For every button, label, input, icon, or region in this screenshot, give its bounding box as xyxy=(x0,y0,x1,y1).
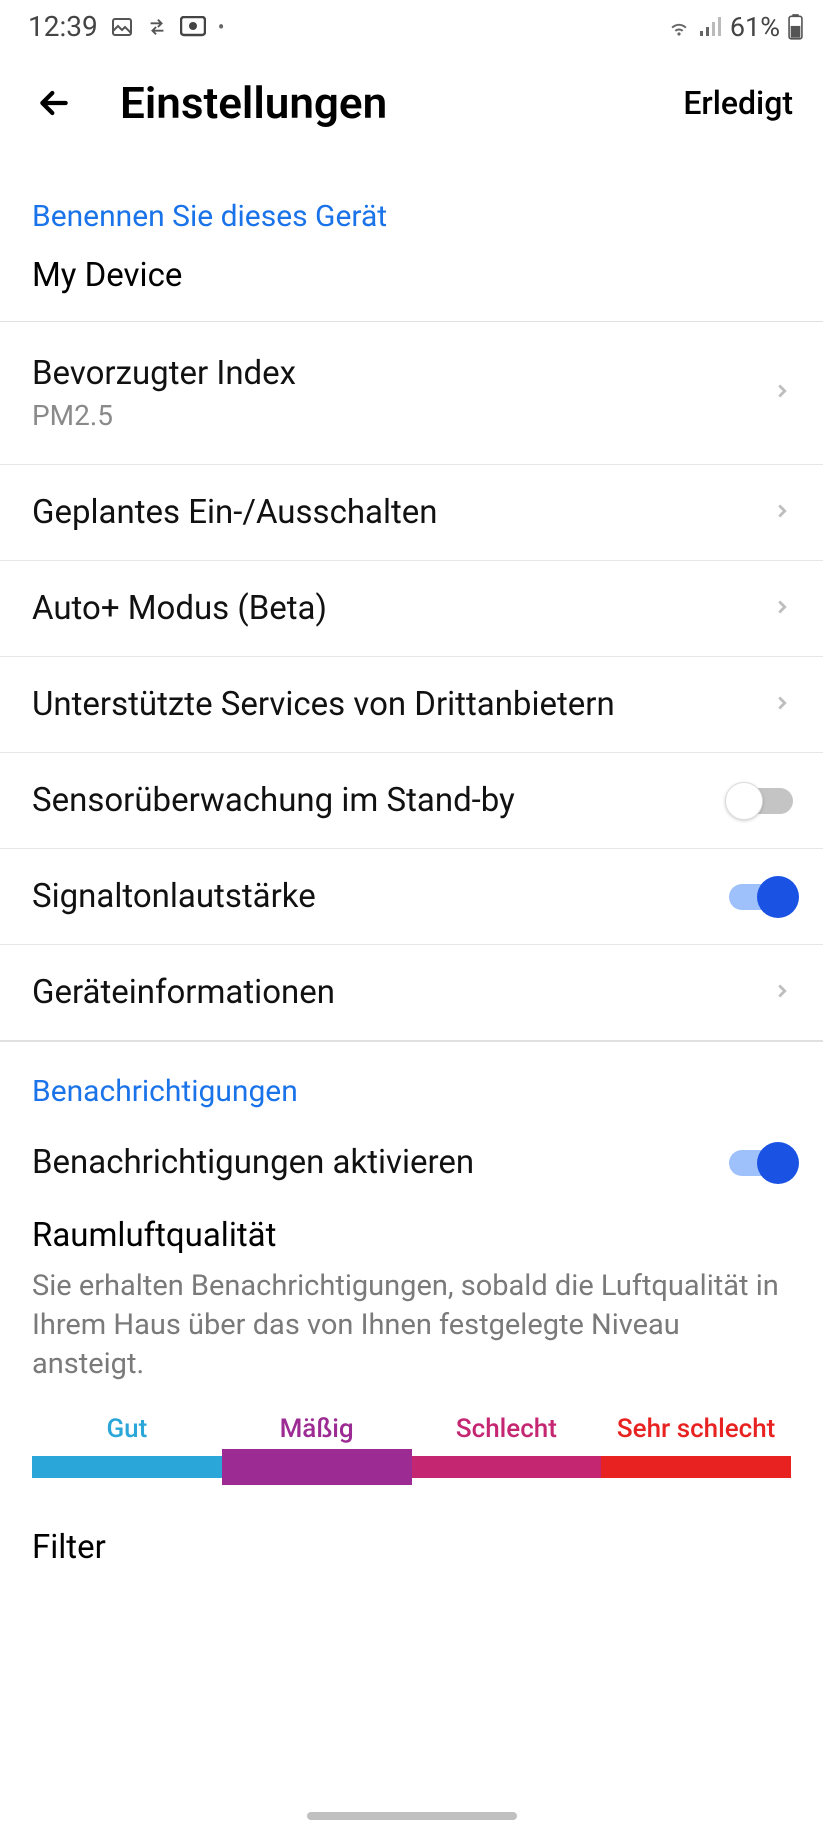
row-device-info[interactable]: Geräteinformationen xyxy=(0,945,823,1040)
page-title: Einstellungen xyxy=(120,77,683,129)
image-icon xyxy=(110,15,134,39)
row-title: Benachrichtigungen aktivieren xyxy=(32,1143,729,1182)
row-title: Auto+ Modus (Beta) xyxy=(32,589,771,628)
battery-percent: 61% xyxy=(730,11,780,43)
chevron-right-icon xyxy=(771,980,793,1006)
section-header-device: Benennen Sie dieses Gerät xyxy=(0,169,823,246)
signal-icon xyxy=(700,17,722,37)
row-scheduled-power[interactable]: Geplantes Ein-/Ausschalten xyxy=(0,465,823,561)
air-quality-bar[interactable] xyxy=(601,1456,791,1478)
row-preferred-index[interactable]: Bevorzugter Index PM2.5 xyxy=(0,322,823,465)
air-quality-label[interactable]: Gut xyxy=(32,1414,222,1444)
air-quality-bars[interactable] xyxy=(0,1456,823,1478)
device-name-value[interactable]: My Device xyxy=(0,246,823,321)
row-enable-notifications: Benachrichtigungen aktivieren xyxy=(0,1129,823,1202)
status-bar: 12:39 • 61% xyxy=(0,0,823,49)
row-title: Geräteinformationen xyxy=(32,973,771,1012)
air-quality-labels: GutMäßigSchlechtSehr schlecht xyxy=(0,1414,823,1456)
status-left: 12:39 • xyxy=(28,10,224,43)
chevron-right-icon xyxy=(771,500,793,526)
back-button[interactable] xyxy=(30,79,78,127)
air-quality-title: Raumluftqualität xyxy=(0,1202,823,1263)
air-quality-label[interactable]: Schlecht xyxy=(412,1414,602,1444)
toggle-notifications[interactable] xyxy=(729,1150,793,1176)
row-title: Bevorzugter Index xyxy=(32,354,771,393)
air-quality-description: Sie erhalten Benachrichtigungen, sobald … xyxy=(0,1263,823,1414)
wifi-icon xyxy=(666,16,692,38)
toggle-sensor-standby[interactable] xyxy=(729,788,793,814)
home-indicator[interactable] xyxy=(307,1812,517,1820)
notifications-section: Benachrichtigungen Benachrichtigungen ak… xyxy=(0,1042,823,1478)
row-title: Geplantes Ein-/Ausschalten xyxy=(32,493,771,532)
air-quality-bar[interactable] xyxy=(412,1456,602,1478)
row-sub: PM2.5 xyxy=(32,399,771,432)
chevron-right-icon xyxy=(771,692,793,718)
row-sensor-standby: Sensorüberwachung im Stand-by xyxy=(0,753,823,849)
status-right: 61% xyxy=(666,11,803,43)
row-title: Sensorüberwachung im Stand-by xyxy=(32,781,729,820)
air-quality-label[interactable]: Mäßig xyxy=(222,1414,412,1444)
filter-title: Filter xyxy=(0,1478,823,1567)
section-header-notifications: Benachrichtigungen xyxy=(0,1042,823,1129)
air-quality-bar[interactable] xyxy=(32,1456,222,1478)
device-name-section: Benennen Sie dieses Gerät My Device xyxy=(0,169,823,321)
row-third-party-services[interactable]: Unterstützte Services von Drittanbietern xyxy=(0,657,823,753)
cast-icon xyxy=(180,16,206,38)
battery-icon xyxy=(788,14,803,40)
air-quality-label[interactable]: Sehr schlecht xyxy=(601,1414,791,1444)
done-button[interactable]: Erledigt xyxy=(683,84,793,122)
air-quality-bar[interactable] xyxy=(222,1449,412,1485)
transfer-icon xyxy=(146,16,168,38)
chevron-right-icon xyxy=(771,380,793,406)
row-beep-volume: Signaltonlautstärke xyxy=(0,849,823,945)
chevron-right-icon xyxy=(771,596,793,622)
status-time: 12:39 xyxy=(28,10,98,43)
dot-icon: • xyxy=(218,15,225,39)
row-title: Signaltonlautstärke xyxy=(32,877,729,916)
header: Einstellungen Erledigt xyxy=(0,49,823,169)
row-title: Unterstützte Services von Drittanbietern xyxy=(32,685,771,724)
toggle-beep-volume[interactable] xyxy=(729,884,793,910)
row-auto-mode[interactable]: Auto+ Modus (Beta) xyxy=(0,561,823,657)
